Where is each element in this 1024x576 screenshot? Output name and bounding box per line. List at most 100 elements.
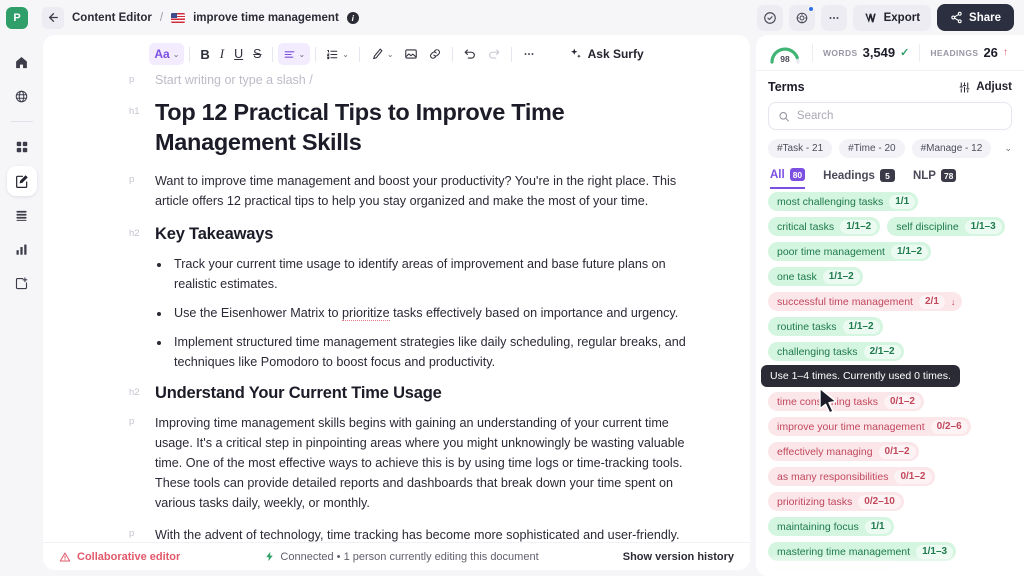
term-count: 1/1–3 xyxy=(916,544,954,559)
document-canvas[interactable]: p Start writing or type a slash / h1 Top… xyxy=(43,67,750,570)
term-chip[interactable]: successful time management 2/1 ↓ xyxy=(768,292,963,311)
redo-button[interactable] xyxy=(482,43,506,65)
insert-image-button[interactable] xyxy=(399,43,423,65)
term-chip[interactable]: one task 1/1–2 xyxy=(768,267,863,286)
settings-gear-icon[interactable] xyxy=(788,4,815,31)
underline-button[interactable]: U xyxy=(229,43,248,65)
sliders-icon xyxy=(959,81,970,93)
back-arrow-icon[interactable] xyxy=(42,6,64,29)
export-button[interactable]: Export xyxy=(852,4,932,31)
term-count: 1/1 xyxy=(864,519,891,534)
term-chip[interactable]: mastering time management 1/1–3 xyxy=(768,542,957,561)
collaborative-editor-label: Collaborative editor xyxy=(77,550,181,563)
toolbar-divider xyxy=(358,46,360,62)
term-chip[interactable]: self discipline 1/1–3 xyxy=(887,217,1005,236)
term-count: 1/1–3 xyxy=(964,219,1002,234)
tab-count: 5 xyxy=(879,169,895,182)
term-chip[interactable]: most challenging tasks 1/1 xyxy=(768,192,919,211)
term-chip[interactable]: routine tasks 1/1–2 xyxy=(768,317,883,336)
chevron-down-icon: ⌄ xyxy=(172,49,180,59)
strikethrough-button[interactable]: S xyxy=(248,43,266,65)
info-icon[interactable]: i xyxy=(346,11,359,24)
term-trend-icon: ↓ xyxy=(950,296,956,307)
block-tag: h2 xyxy=(129,387,140,398)
italic-button[interactable]: I xyxy=(215,43,229,65)
adjust-button[interactable]: Adjust xyxy=(958,81,1012,94)
sidebar-item-export-doc[interactable] xyxy=(7,268,37,298)
more-options-icon[interactable] xyxy=(820,4,847,31)
list-dropdown[interactable]: ⌄ xyxy=(321,43,354,65)
sidebar-item-content-editor[interactable] xyxy=(6,166,37,196)
term-count: 2/1 xyxy=(918,294,945,309)
page-title: Top 12 Practical Tips to Improve Time Ma… xyxy=(155,99,565,155)
warning-triangle-icon xyxy=(59,552,71,561)
doc-block-bullets[interactable]: Track your current time usage to identif… xyxy=(155,254,710,372)
align-dropdown[interactable]: ⌄ xyxy=(277,43,311,65)
topic-chip[interactable]: #Task - 21 xyxy=(768,139,833,158)
sidebar-item-globe[interactable] xyxy=(7,81,37,111)
tab-label: Headings xyxy=(823,169,875,182)
term-chip[interactable]: critical tasks 1/1–2 xyxy=(768,217,881,236)
bold-button[interactable]: B xyxy=(195,43,214,65)
sidebar-item-outlines[interactable] xyxy=(7,200,37,230)
term-chip[interactable]: effectively managing 0/1–2 xyxy=(768,442,919,461)
chevron-down-icon[interactable]: ⌄ xyxy=(1004,143,1012,154)
tab-headings[interactable]: Headings 5 xyxy=(823,169,895,188)
term-chip[interactable]: prioritizing tasks 0/2–10 xyxy=(768,492,904,511)
toolbar-more-button[interactable] xyxy=(517,43,541,65)
search-input[interactable] xyxy=(796,110,1002,122)
term-chip[interactable]: improve your time management 0/2–6 xyxy=(768,417,971,436)
term-count: 1/1–2 xyxy=(842,319,880,334)
lightning-icon xyxy=(266,551,274,562)
show-version-history-link[interactable]: Show version history xyxy=(623,551,734,563)
doc-block-intro[interactable]: p Want to improve time management and bo… xyxy=(129,171,710,211)
terms-search[interactable] xyxy=(768,102,1012,130)
term-count: 0/1–2 xyxy=(878,444,916,459)
doc-block-h1[interactable]: h1 Top 12 Practical Tips to Improve Time… xyxy=(129,97,710,157)
tab-label: All xyxy=(770,168,785,181)
term-chip[interactable]: time consuming tasks0/1–2 xyxy=(768,392,924,411)
block-tag: p xyxy=(129,174,135,185)
mouse-cursor xyxy=(819,387,837,414)
term-chip[interactable]: poor time management 1/1–2 xyxy=(768,242,932,261)
breadcrumb-current[interactable]: improve time management xyxy=(193,12,339,24)
share-button[interactable]: Share xyxy=(937,4,1014,31)
topic-chip[interactable]: #Manage - 12 xyxy=(911,139,992,158)
sidebar-item-analytics[interactable] xyxy=(7,234,37,264)
top-bar-actions: Export Share xyxy=(756,4,1014,31)
term-text: family members xyxy=(777,571,851,576)
tab-all[interactable]: All 80 xyxy=(770,168,806,189)
term-text: self discipline xyxy=(896,220,959,233)
terms-tabs: All 80 Headings 5 NLP 78 xyxy=(756,158,1024,189)
font-style-dropdown[interactable]: Aa ⌄ xyxy=(149,43,185,65)
app-logo[interactable]: P xyxy=(6,6,28,29)
term-chip[interactable]: challenging tasks 2/1–2 xyxy=(768,342,904,361)
sidebar-item-home[interactable] xyxy=(7,47,37,77)
tab-nlp[interactable]: NLP 78 xyxy=(913,169,957,188)
highlight-dropdown[interactable]: ⌄ xyxy=(365,43,399,65)
term-text: critical tasks xyxy=(777,220,835,233)
stat-value: 3,549 xyxy=(862,45,896,60)
term-chip[interactable]: as many responsibilities 0/1–2 xyxy=(768,467,935,486)
toolbar-divider xyxy=(451,46,453,62)
doc-block-h2-usage[interactable]: h2 Understand Your Current Time Usage xyxy=(129,382,710,404)
term-text: effectively managing xyxy=(777,445,873,458)
term-chip[interactable]: maintaining focus 1/1 xyxy=(768,517,894,536)
undo-button[interactable] xyxy=(458,43,482,65)
term-text: maintaining focus xyxy=(777,520,859,533)
search-icon xyxy=(779,111,789,121)
doc-block-para-usage[interactable]: p Improving time management skills begin… xyxy=(129,413,710,513)
term-chip[interactable]: family members 1/1–2 xyxy=(768,567,898,576)
sidebar-item-apps[interactable] xyxy=(7,132,37,162)
editor-card: Aa ⌄ B I U S ⌄ ⌄ ⌄ Ask Surfy p Start wri… xyxy=(43,35,750,570)
ask-surfy-button[interactable]: Ask Surfy xyxy=(569,47,644,61)
doc-block-h2-takeaways[interactable]: h2 Key Takeaways xyxy=(129,223,710,245)
breadcrumb-root[interactable]: Content Editor xyxy=(72,12,152,24)
term-count: 1/1–2 xyxy=(890,244,929,259)
insert-link-button[interactable] xyxy=(423,43,447,65)
doc-block-placeholder[interactable]: p Start writing or type a slash / xyxy=(129,71,710,93)
term-count: 0/2–10 xyxy=(858,494,901,509)
topic-chip[interactable]: #Time - 20 xyxy=(839,139,905,158)
check-circle-icon[interactable] xyxy=(756,4,783,31)
spellcheck-word: prioritize xyxy=(342,306,390,321)
